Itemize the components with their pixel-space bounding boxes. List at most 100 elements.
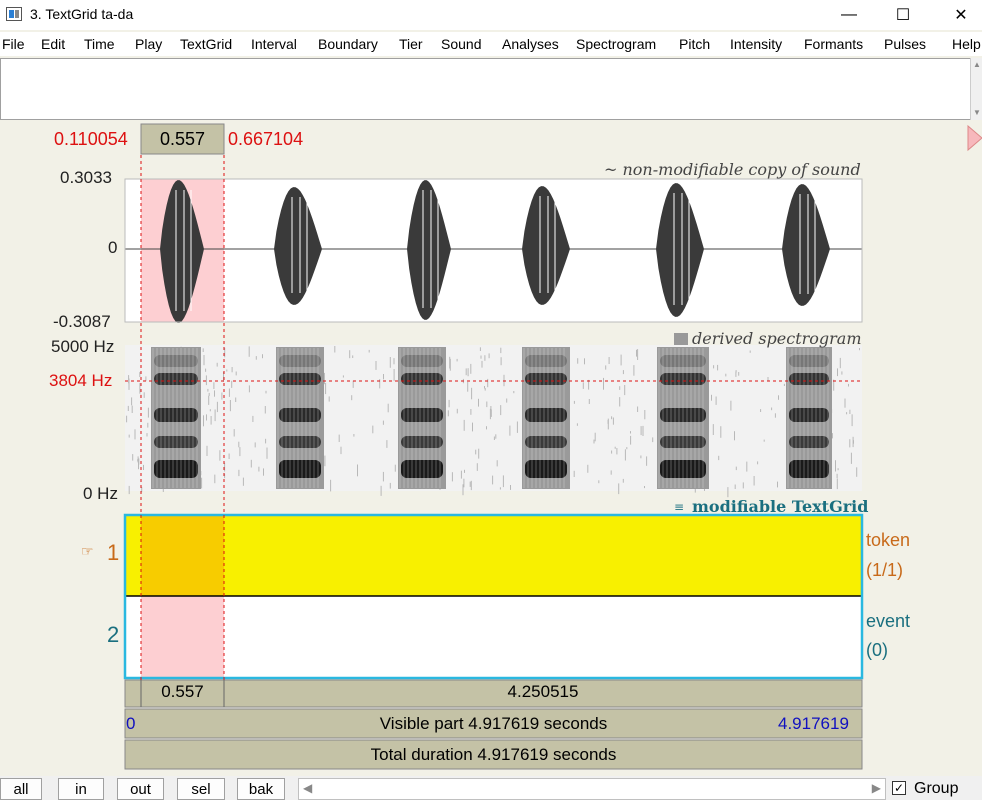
spectrogram-noise-speck <box>214 390 215 397</box>
spectrogram-noise-speck <box>353 434 355 437</box>
close-button[interactable]: ✕ <box>938 0 982 30</box>
spectrogram-noise-speck <box>145 376 147 382</box>
spectrogram-noise-speck <box>389 357 391 368</box>
menu-intensity[interactable]: Intensity <box>730 36 782 52</box>
menu-time[interactable]: Time <box>84 36 115 52</box>
spectrogram-noise-speck <box>382 471 384 482</box>
spectrogram-noise-speck <box>460 470 462 479</box>
spectrogram-noise-speck <box>509 425 511 436</box>
spectrogram-noise-speck <box>379 379 381 389</box>
title-bar: 3. TextGrid ta-da — ☐ ✕ <box>0 0 982 30</box>
editor-canvas[interactable]: ≡ <box>0 120 982 772</box>
spectrogram-formant <box>401 355 443 367</box>
menu-analyses[interactable]: Analyses <box>502 36 559 52</box>
menu-boundary[interactable]: Boundary <box>318 36 378 52</box>
tier-1-name[interactable]: token <box>866 530 910 551</box>
spectrogram-noise-speck <box>231 380 233 388</box>
spectrogram-noise-speck <box>626 447 628 450</box>
spectrogram-noise-speck <box>727 487 729 498</box>
spectrogram-noise-speck <box>216 362 218 367</box>
tier-1-number[interactable]: 1 <box>107 540 119 566</box>
spectrogram-noise-speck <box>624 449 626 461</box>
spectrogram-noise-speck <box>352 380 354 388</box>
text-scrollbar[interactable]: ▲ ▼ <box>970 58 982 120</box>
view-all-button[interactable]: all <box>0 778 42 800</box>
spectrogram-noise-speck <box>375 361 377 370</box>
spectrogram-noise-speck <box>577 358 579 364</box>
menu-sound[interactable]: Sound <box>441 36 481 52</box>
spectrogram-noise-speck <box>619 397 621 407</box>
total-duration-label[interactable]: Total duration 4.917619 seconds <box>125 745 862 765</box>
spectrogram-noise-speck <box>202 348 204 352</box>
spectrogram-noise-speck <box>837 468 839 471</box>
maximize-button[interactable]: ☐ <box>880 0 926 30</box>
interval-text-input[interactable] <box>0 58 972 120</box>
menu-interval[interactable]: Interval <box>251 36 297 52</box>
spectrogram-noise-speck <box>630 431 631 434</box>
spectrogram-noise-speck <box>633 365 635 376</box>
spectrogram-noise-speck <box>238 469 240 477</box>
zoom-back-button[interactable]: bak <box>237 778 285 800</box>
minimize-button[interactable]: — <box>826 0 872 30</box>
spectrogram-noise-speck <box>349 350 351 359</box>
spectrogram-noise-speck <box>516 421 518 433</box>
menu-pitch[interactable]: Pitch <box>679 36 710 52</box>
menu-spectrogram[interactable]: Spectrogram <box>576 36 656 52</box>
spectrogram-noise-speck <box>449 356 451 369</box>
textgrid-title: modifiable TextGrid <box>692 497 869 516</box>
menu-file[interactable]: File <box>2 36 25 52</box>
time-scrollbar[interactable]: ◀ ▶ <box>298 778 886 800</box>
menu-formants[interactable]: Formants <box>804 36 863 52</box>
menu-textgrid[interactable]: TextGrid <box>180 36 232 52</box>
spectrogram-noise-speck <box>334 346 336 353</box>
spectrogram-noise-speck <box>447 410 449 417</box>
spectrogram-noise-speck <box>735 371 737 377</box>
spectrogram-noise-speck <box>637 406 639 412</box>
spectrogram-noise-speck <box>127 405 129 411</box>
menu-play[interactable]: Play <box>135 36 162 52</box>
spectrogram-formant <box>525 373 567 385</box>
menu-help[interactable]: Help <box>952 36 981 52</box>
zoom-to-selection-button[interactable]: sel <box>177 778 225 800</box>
visible-part-label[interactable]: Visible part 4.917619 seconds <box>125 714 862 734</box>
spectrogram-noise-speck <box>588 399 590 404</box>
spectrogram-formant <box>525 408 567 422</box>
spectrogram-noise-speck <box>753 476 755 486</box>
praat-app-icon <box>6 7 22 21</box>
selected-part-duration[interactable]: 0.557 <box>141 682 224 702</box>
spectrogram-icon <box>674 333 688 345</box>
spectrogram-formant <box>154 373 198 385</box>
spectrogram-noise-speck <box>265 438 267 444</box>
menu-pulses[interactable]: Pulses <box>884 36 926 52</box>
spectrogram-noise-speck <box>622 478 624 483</box>
scroll-left-icon[interactable]: ◀ <box>303 781 312 795</box>
spectrogram-noise-speck <box>205 375 207 386</box>
spectrogram-noise-speck <box>593 439 595 444</box>
spectrogram-noise-speck <box>734 484 736 489</box>
spectrogram-noise-speck <box>463 478 465 488</box>
spectrogram-noise-speck <box>464 469 465 473</box>
spectrogram-formant <box>525 460 567 478</box>
spectrogram-formant <box>279 373 321 385</box>
spectrogram-formant <box>401 408 443 422</box>
scroll-up-icon[interactable]: ▲ <box>973 60 981 69</box>
zoom-out-button[interactable]: out <box>117 778 164 800</box>
menu-tier[interactable]: Tier <box>399 36 423 52</box>
tier-2-name[interactable]: event <box>866 611 910 632</box>
selection-duration[interactable]: 0.557 <box>141 129 224 150</box>
spectrogram-noise-speck <box>496 460 498 467</box>
group-checkbox[interactable]: ✓ <box>892 781 906 795</box>
spectrogram-noise-speck <box>208 392 210 396</box>
scroll-right-icon[interactable]: ▶ <box>872 781 881 795</box>
spectrogram-noise-speck <box>624 385 626 396</box>
menu-edit[interactable]: Edit <box>41 36 65 52</box>
spectrogram-noise-speck <box>456 408 458 414</box>
spectrogram-noise-speck <box>478 398 479 407</box>
spectrogram-noise-speck <box>216 401 218 413</box>
zoom-in-button[interactable]: in <box>58 778 104 800</box>
spectrogram-noise-speck <box>622 370 624 375</box>
scroll-down-icon[interactable]: ▼ <box>973 108 981 117</box>
spectrogram-noise-speck <box>734 431 735 441</box>
tier-2-number[interactable]: 2 <box>107 622 119 648</box>
remaining-part-duration[interactable]: 4.250515 <box>224 682 862 702</box>
